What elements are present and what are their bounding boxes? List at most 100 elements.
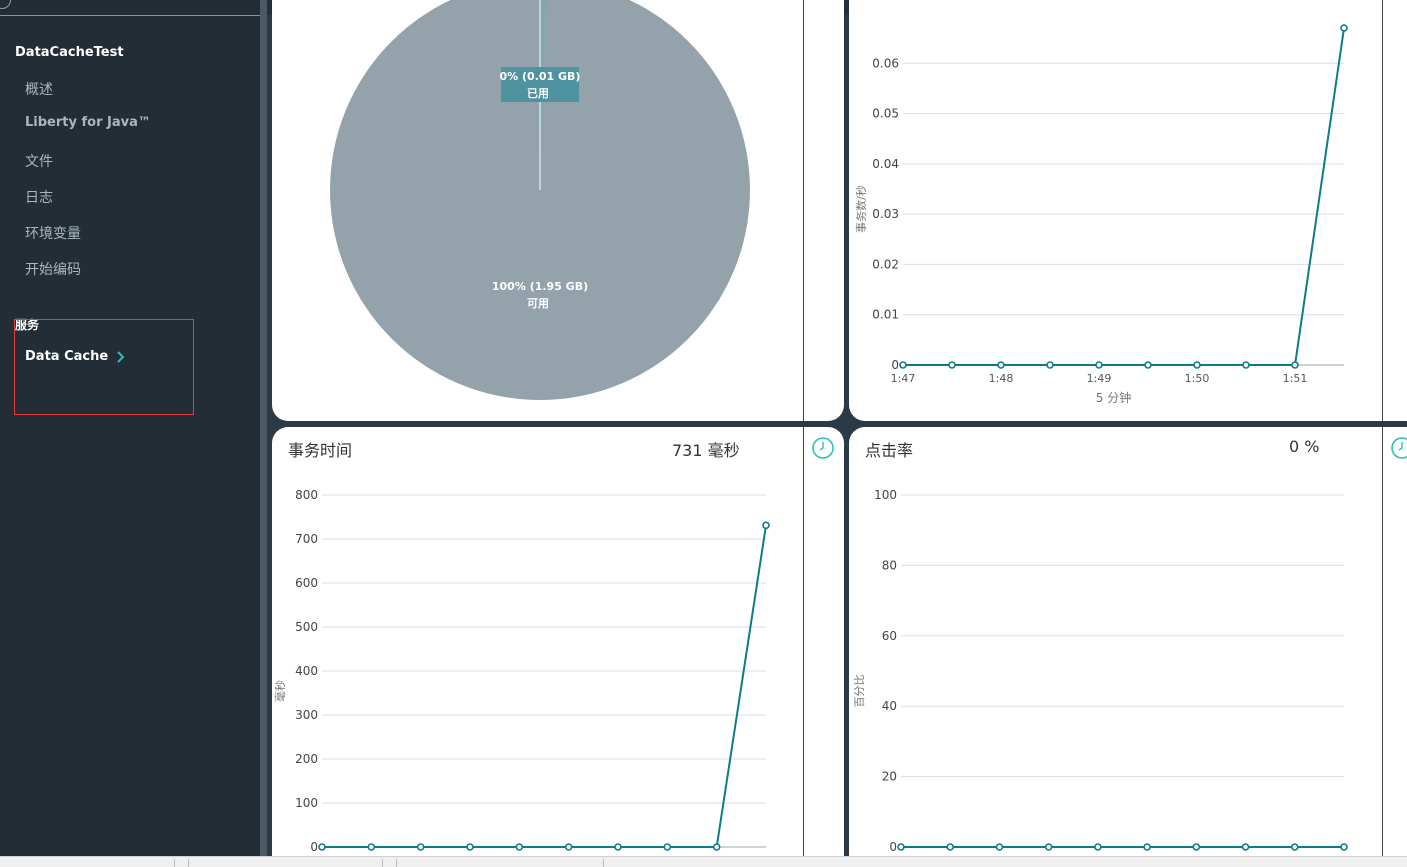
app-name: DataCacheTest <box>15 45 124 60</box>
data-point <box>318 843 326 851</box>
data-point <box>1143 843 1151 851</box>
status-segment <box>188 859 189 867</box>
data-point <box>1340 843 1348 851</box>
y-tick-label: 100 <box>874 488 897 502</box>
hit-rate-card: 0204060801001:471:481:491:501:51百分比 点击率 … <box>849 427 1407 867</box>
y-tick-label: 0.02 <box>872 257 899 271</box>
status-segment <box>603 859 604 867</box>
hit-rate-line-chart: 0204060801001:471:481:491:501:51百分比 <box>853 488 1348 867</box>
card-divider <box>803 427 804 867</box>
clock-icon[interactable] <box>1390 436 1407 460</box>
data-point <box>1192 843 1201 851</box>
y-tick-label: 80 <box>882 558 897 572</box>
status-segment <box>174 859 175 867</box>
y-tick-label: 0 <box>889 840 897 854</box>
data-point <box>1193 361 1201 369</box>
card-divider <box>1382 0 1383 421</box>
data-point <box>1094 843 1102 851</box>
sidebar-item-files[interactable]: 文件 <box>25 151 53 171</box>
y-tick-label: 0.06 <box>872 56 899 70</box>
app-icon[interactable] <box>0 0 11 9</box>
x-tick-label: 1:51 <box>1283 372 1308 385</box>
data-point <box>948 361 956 369</box>
y-tick-label: 0.05 <box>872 107 899 121</box>
transactions-card: 0 0.01 0.02 0.03 0.04 0.05 0.06 1:47 1:48 1:49 1:5… <box>849 0 1407 421</box>
sidebar-item-overview[interactable]: 概述 <box>25 79 53 99</box>
data-point <box>1241 843 1250 851</box>
hit-rate-value: 0 % <box>1289 437 1320 456</box>
data-point <box>515 843 524 851</box>
data-point <box>899 361 907 369</box>
series-line <box>322 525 767 848</box>
y-tick-label: 100 <box>295 796 318 810</box>
data-point <box>1095 361 1103 369</box>
pie-available-sublabel: 可用 <box>527 297 549 310</box>
card-divider <box>803 0 804 421</box>
y-tick-label: 700 <box>295 532 318 546</box>
transaction-time-title: 事务时间 <box>288 441 353 460</box>
x-tick-label: 1:50 <box>1185 372 1210 385</box>
y-tick-label: 60 <box>882 629 897 643</box>
pie-used-sublabel: 已用 <box>527 87 549 100</box>
data-point <box>1290 843 1299 851</box>
y-tick-label: 0 <box>891 358 899 372</box>
y-tick-label: 0.01 <box>872 308 899 322</box>
status-bar <box>0 856 1407 867</box>
card-divider <box>1382 427 1383 867</box>
sidebar-item-liberty-for-java[interactable]: Liberty for Java™ <box>25 115 151 130</box>
y-tick-label: 300 <box>295 708 318 722</box>
data-point <box>466 843 474 851</box>
y-tick-label: 600 <box>295 576 318 590</box>
y-tick-label: 500 <box>295 620 318 634</box>
sidebar-item-env-vars[interactable]: 环境变量 <box>25 223 81 243</box>
data-point <box>946 843 955 851</box>
data-point <box>1046 361 1054 369</box>
transactions-line-chart: 0 0.01 0.02 0.03 0.04 0.05 0.06 1:47 1:48 1:49 1:5… <box>854 24 1348 405</box>
y-tick-label: 20 <box>882 770 897 784</box>
data-point <box>1242 361 1250 369</box>
sidebar-top-divider <box>0 15 260 16</box>
sidebar-item-start-coding[interactable]: 开始编码 <box>25 259 81 279</box>
x-tick-label: 1:49 <box>1087 372 1112 385</box>
pie-used-label: 0% (0.01 GB) <box>500 70 581 83</box>
data-point <box>663 843 672 851</box>
sidebar: DataCacheTest 概述 Liberty for Java™ 文件 日志… <box>0 0 260 856</box>
y-tick-label: 800 <box>295 488 318 502</box>
y-tick-label: 200 <box>295 752 318 766</box>
clock-icon[interactable] <box>811 436 835 460</box>
x-tick-label: 1:48 <box>989 372 1014 385</box>
data-point <box>614 843 622 851</box>
y-tick-label: 0 <box>310 840 318 854</box>
y-tick-label: 0.03 <box>872 207 899 221</box>
x-tick-label: 1:47 <box>891 372 916 385</box>
data-point <box>1291 361 1299 369</box>
transaction-time-line-chart: 01002003004005006007008001:471:481:491:5… <box>273 488 770 867</box>
status-segment <box>396 859 397 867</box>
app-window: DataCacheTest 概述 Liberty for Java™ 文件 日志… <box>0 0 1407 867</box>
data-point <box>1044 843 1053 851</box>
data-point <box>416 843 425 851</box>
hit-rate-title: 点击率 <box>865 441 914 460</box>
status-segment <box>382 859 383 867</box>
sidebar-item-logs[interactable]: 日志 <box>25 187 53 207</box>
data-point <box>995 843 1004 851</box>
y-axis-label: 毫秒 <box>273 680 287 702</box>
y-tick-label: 40 <box>882 699 897 713</box>
data-point <box>712 843 721 851</box>
data-point <box>762 521 770 530</box>
transaction-time-card: 01002003004005006007008001:471:481:491:5… <box>272 427 844 867</box>
data-point <box>1340 24 1348 32</box>
highlight-box <box>14 319 194 415</box>
sidebar-scrollbar[interactable] <box>260 0 267 856</box>
data-point <box>564 843 573 851</box>
y-tick-label: 400 <box>295 664 318 678</box>
y-axis-label: 百分比 <box>853 675 866 708</box>
y-tick-label: 0.04 <box>872 157 899 171</box>
x-axis-label: 5 分钟 <box>1096 390 1131 405</box>
data-point <box>897 843 905 851</box>
data-point <box>997 361 1005 369</box>
y-axis-label: 事务数/秒 <box>854 185 868 233</box>
pie-available-label: 100% (1.95 GB) <box>492 280 588 293</box>
data-point <box>1144 361 1152 369</box>
memory-card: 0% (0.01 GB) 已用 100% (1.95 GB) 可用 <box>272 0 844 421</box>
